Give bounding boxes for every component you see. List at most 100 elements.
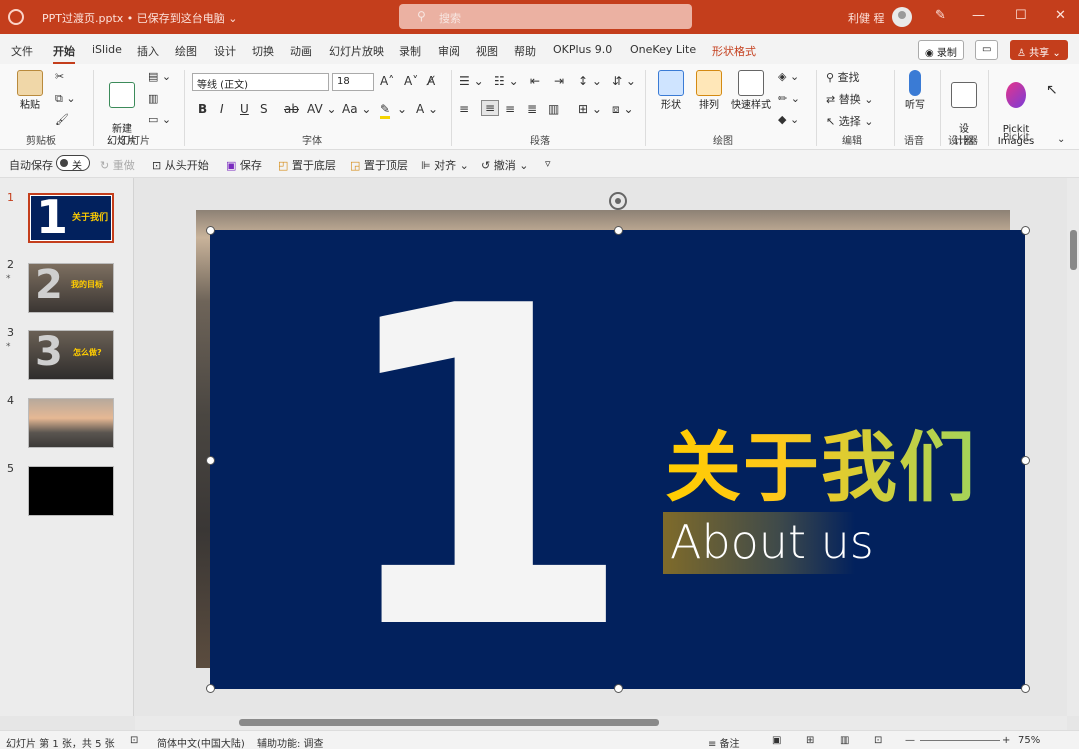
tab-draw[interactable]: 绘图 xyxy=(175,43,197,59)
resize-handle-l[interactable] xyxy=(206,456,215,465)
numbering-button[interactable]: ☷ ⌄ xyxy=(494,74,519,88)
format-painter-icon[interactable]: 🖌 xyxy=(55,113,69,126)
align-left-button[interactable]: ≡ xyxy=(459,102,469,116)
bullets-button[interactable]: ☰ ⌄ xyxy=(459,74,484,88)
italic-button[interactable]: I xyxy=(220,102,224,116)
find-button[interactable]: ⚲ 查找 xyxy=(826,69,860,85)
select-button[interactable]: ↖ 选择 ⌄ xyxy=(826,113,873,129)
clear-format-icon[interactable]: A̸ xyxy=(427,74,435,88)
minimize-button[interactable]: — xyxy=(972,8,985,23)
resize-handle-br[interactable] xyxy=(1021,684,1030,693)
tab-transitions[interactable]: 切换 xyxy=(252,43,274,59)
document-title[interactable]: PPT过渡页.pptx • 已保存到这台电脑 ⌄ xyxy=(42,10,237,26)
tab-slideshow[interactable]: 幻灯片放映 xyxy=(329,43,384,59)
arrange-button[interactable]: 排列 xyxy=(694,70,724,112)
align-button[interactable]: ⊫ 对齐 ⌄ xyxy=(421,157,469,173)
reading-view-icon[interactable]: ▥ xyxy=(840,735,849,746)
vertical-scrollbar[interactable] xyxy=(1067,178,1079,716)
send-to-back-button[interactable]: ◰ 置于底层 xyxy=(278,157,336,173)
maximize-button[interactable]: ☐ xyxy=(1015,8,1027,23)
cut-icon[interactable]: ✂ xyxy=(55,70,64,83)
avatar[interactable] xyxy=(892,7,912,27)
highlight-dropdown[interactable]: ⌄ xyxy=(397,102,407,116)
thumbnail-slide-1[interactable]: 1 关于我们 xyxy=(28,193,114,243)
share-button[interactable]: ♙ 共享 ⌄ xyxy=(1010,40,1068,60)
language-status[interactable]: 简体中文(中国大陆) xyxy=(157,735,245,749)
autosave-toggle[interactable]: 关 xyxy=(56,155,90,172)
slide-title-cn[interactable]: 关于我们 xyxy=(665,423,977,513)
tab-shape-format[interactable]: 形状格式 xyxy=(712,43,756,59)
increase-font-icon[interactable]: A˄ xyxy=(380,74,394,88)
char-spacing-button[interactable]: AV ⌄ xyxy=(307,102,337,116)
columns-button[interactable]: ▥ xyxy=(548,102,559,116)
horizontal-scrollbar[interactable] xyxy=(135,716,1067,730)
normal-view-icon[interactable]: ▣ xyxy=(772,735,781,746)
selected-rectangle-shape[interactable]: 1 关于我们 About us xyxy=(210,230,1025,690)
bring-to-front-button[interactable]: ◲ 置于顶层 xyxy=(350,157,408,173)
resize-handle-bl[interactable] xyxy=(206,684,215,693)
shape-button[interactable]: 形状 xyxy=(656,70,686,112)
user-name[interactable]: 利健 程 xyxy=(848,10,885,26)
reset-icon[interactable]: ▥ xyxy=(148,92,158,105)
shape-effects-icon[interactable]: ◆ ⌄ xyxy=(778,113,799,126)
justify-button[interactable]: ≣ xyxy=(527,102,537,116)
save-button[interactable]: ▣ 保存 xyxy=(226,157,262,173)
tab-record[interactable]: 录制 xyxy=(399,43,421,59)
paste-button[interactable]: 粘贴 xyxy=(14,70,46,112)
zoom-slider[interactable] xyxy=(920,740,1000,741)
tab-onekey[interactable]: OneKey Lite xyxy=(630,43,696,56)
dictate-button[interactable]: 听写 xyxy=(902,70,928,112)
font-color-button[interactable]: A ⌄ xyxy=(416,102,438,116)
line-spacing-button[interactable]: ↕ ⌄ xyxy=(578,74,602,88)
resize-handle-tl[interactable] xyxy=(206,226,215,235)
from-start-button[interactable]: ⊡ 从头开始 xyxy=(152,157,209,173)
tab-insert[interactable]: 插入 xyxy=(137,43,159,59)
font-name-select[interactable]: 等线 (正文) xyxy=(192,73,329,91)
shape-outline-icon[interactable]: ✏ ⌄ xyxy=(778,92,800,105)
close-button[interactable]: ✕ xyxy=(1055,8,1066,23)
strikethrough-button[interactable]: ab xyxy=(284,102,299,116)
rotate-handle-icon[interactable] xyxy=(609,192,627,210)
tab-islide[interactable]: iSlide xyxy=(92,43,122,56)
spellcheck-icon[interactable]: ⊡ xyxy=(130,735,138,746)
highlight-icon[interactable]: ✎ xyxy=(380,102,391,119)
zoom-in-icon[interactable]: + xyxy=(1002,735,1010,746)
tab-okplus[interactable]: OKPlus 9.0 xyxy=(553,43,612,56)
comment-button[interactable]: ▭ xyxy=(975,40,999,60)
text-direction-button[interactable]: ⇵ ⌄ xyxy=(612,74,636,88)
section-icon[interactable]: ▭ ⌄ xyxy=(148,113,171,126)
font-size-select[interactable]: 18 xyxy=(332,73,374,91)
change-case-button[interactable]: Aa ⌄ xyxy=(342,102,371,116)
zoom-out-icon[interactable]: — xyxy=(905,735,915,746)
collapse-ribbon-icon[interactable]: ⌄ xyxy=(1057,134,1065,145)
decrease-font-icon[interactable]: A˅ xyxy=(404,74,418,88)
tab-help[interactable]: 帮助 xyxy=(514,43,536,59)
resize-handle-tr[interactable] xyxy=(1021,226,1030,235)
shadow-button[interactable]: S xyxy=(260,102,268,116)
pen-icon[interactable]: ✎ xyxy=(935,8,946,23)
resize-handle-t[interactable] xyxy=(614,226,623,235)
tab-design[interactable]: 设计 xyxy=(214,43,236,59)
resize-handle-r[interactable] xyxy=(1021,456,1030,465)
tab-file[interactable]: 文件 xyxy=(11,43,33,59)
accessibility-status[interactable]: 辅助功能: 调查 xyxy=(257,735,324,749)
notes-button[interactable]: ≡ 备注 xyxy=(708,735,740,749)
decrease-indent-button[interactable]: ⇤ xyxy=(530,74,540,88)
customize-qat-icon[interactable]: ▿ xyxy=(545,157,551,170)
align-right-button[interactable]: ≡ xyxy=(505,102,515,116)
thumbnail-slide-2[interactable]: 2 我的目标 xyxy=(28,263,114,313)
thumbnail-slide-4[interactable] xyxy=(28,398,114,448)
increase-indent-button[interactable]: ⇥ xyxy=(554,74,564,88)
record-button[interactable]: ◉ 录制 xyxy=(918,40,964,60)
align-center-button[interactable]: ≡ xyxy=(481,100,500,116)
copy-icon[interactable]: ⧉ ⌄ xyxy=(55,92,76,106)
shape-fill-icon[interactable]: ◈ ⌄ xyxy=(778,70,799,83)
replace-button[interactable]: ⇄ 替换 ⌄ xyxy=(826,91,873,107)
layout-icon[interactable]: ▤ ⌄ xyxy=(148,70,171,83)
tab-home[interactable]: 开始 xyxy=(53,43,75,64)
align-text-button[interactable]: ⊞ ⌄ xyxy=(578,102,602,116)
smartart-button[interactable]: ⧈ ⌄ xyxy=(612,102,634,117)
tab-animations[interactable]: 动画 xyxy=(290,43,312,59)
zoom-level[interactable]: 75% xyxy=(1018,735,1040,746)
resize-handle-b[interactable] xyxy=(614,684,623,693)
